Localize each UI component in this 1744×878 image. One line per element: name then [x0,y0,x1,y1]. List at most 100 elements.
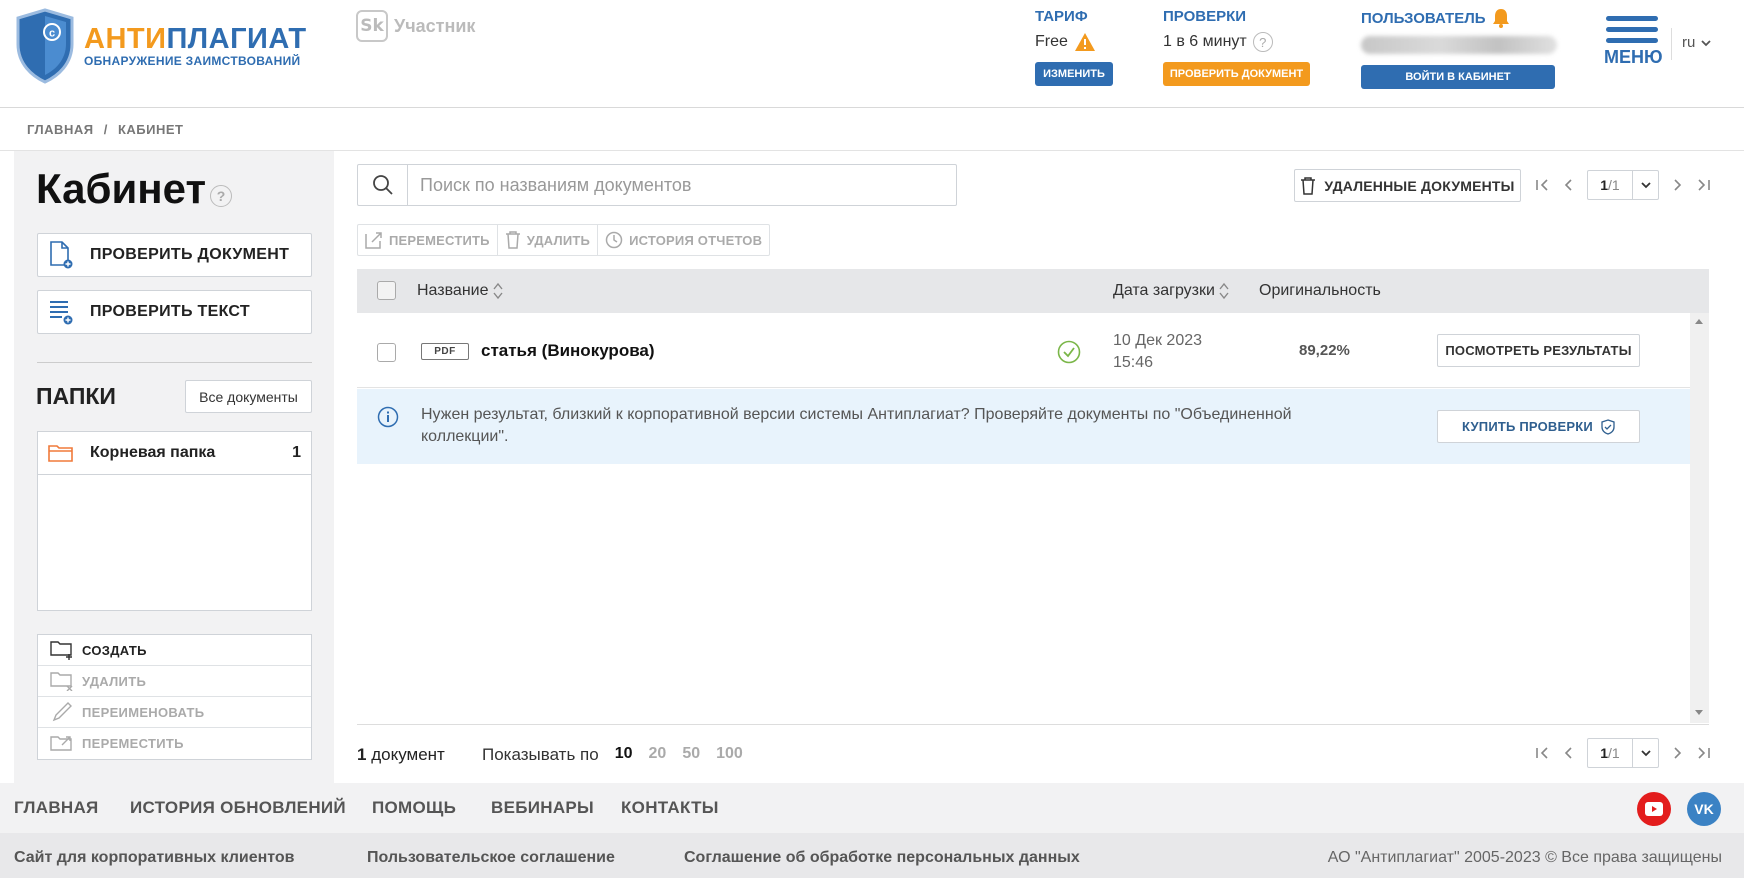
footer-link-home[interactable]: ГЛАВНАЯ [14,798,99,818]
shield-logo-icon: c [16,8,74,84]
deleted-documents-button[interactable]: УДАЛЕННЫЕ ДОКУМЕНТЫ [1294,169,1521,202]
column-date[interactable]: Дата загрузки [1113,282,1229,300]
breadcrumb-current: КАБИНЕТ [117,122,184,137]
all-documents-button[interactable]: Все документы [185,380,312,413]
folder-name: Корневая папка [90,444,216,461]
sort-icon [1219,282,1229,300]
chevron-down-icon [1701,39,1711,46]
antiplagiat-logo[interactable]: c АНТИПЛАГИАТ ОБНАРУЖЕНИЕ ЗАИМСТВОВАНИЙ [14,8,307,84]
per-page-option[interactable]: 10 [615,745,633,765]
pagination-top: 1/1 [1529,170,1717,200]
language-divider [1671,28,1672,60]
row-checkbox[interactable] [377,343,396,362]
warning-icon [1074,33,1095,51]
move-documents-button[interactable]: ПЕРЕМЕСТИТЬ [358,225,498,255]
page-select[interactable]: 1/1 [1587,170,1659,200]
create-folder-label: СОЗДАТЬ [82,642,147,658]
skolkovo-badge: Sk Участник [356,10,475,42]
search-icon[interactable] [358,165,408,205]
first-page-icon[interactable] [1529,747,1555,759]
delete-documents-label: УДАЛИТЬ [526,232,591,248]
documents-count-value: 1 [357,745,367,764]
login-cabinet-button[interactable]: ВОЙТИ В КАБИНЕТ [1361,65,1555,89]
per-page-option[interactable]: 20 [649,745,667,765]
documents-table-body: PDF статья (Винокурова) 10 Дек 2023 15:4… [357,313,1690,723]
per-page-option[interactable]: 50 [682,745,700,765]
logo-title: АНТИПЛАГИАТ [84,24,307,54]
check-document-label: ПРОВЕРИТЬ ДОКУМЕНТ [90,246,290,263]
page-select[interactable]: 1/1 [1587,738,1659,768]
column-name[interactable]: Название [417,282,503,300]
search-input[interactable] [408,174,928,196]
search-bar [357,164,957,206]
check-document-button[interactable]: ПРОВЕРИТЬ ДОКУМЕНТ [37,233,312,277]
documents-toolbar: ПЕРЕМЕСТИТЬ УДАЛИТЬ ИСТОРИЯ ОТЧЕТОВ [357,224,771,256]
tariff-value: Free [1035,33,1068,50]
folder-delete-icon [50,672,73,691]
bell-icon[interactable] [1492,8,1510,28]
language-selector[interactable]: ru [1682,34,1711,51]
document-name[interactable]: статья (Винокурова) [481,341,655,361]
trash-icon [505,231,520,249]
footer-link-help[interactable]: ПОМОЩЬ [372,798,456,818]
help-icon[interactable]: ? [1252,32,1273,52]
footer-link-updates[interactable]: ИСТОРИЯ ОБНОВЛЕНИЙ [130,798,346,818]
column-originality-label: Оригинальность [1259,282,1381,299]
footer-link-webinars[interactable]: ВЕБИНАРЫ [491,798,594,818]
table-row[interactable]: PDF статья (Винокурова) 10 Дек 2023 15:4… [357,313,1690,388]
rename-folder-button[interactable]: ПЕРЕИМЕНОВАТЬ [38,697,311,728]
create-folder-button[interactable]: СОЗДАТЬ [38,635,311,666]
page-title: Кабинет ? [36,165,233,213]
first-page-icon[interactable] [1529,179,1555,191]
language-value: ru [1682,34,1696,51]
page-current: 1 [1600,177,1609,193]
delete-documents-button[interactable]: УДАЛИТЬ [498,225,599,255]
footer-link-corporate[interactable]: Сайт для корпоративных клиентов [14,849,295,867]
move-folder-label: ПЕРЕМЕСТИТЬ [82,736,184,751]
help-icon[interactable]: ? [210,185,233,207]
youtube-icon[interactable] [1637,792,1671,826]
buy-checks-button[interactable]: КУПИТЬ ПРОВЕРКИ [1437,410,1640,443]
user-title: ПОЛЬЗОВАТЕЛЬ [1361,9,1486,27]
menu-button[interactable]: МЕНЮ [1604,16,1663,68]
reports-history-button[interactable]: ИСТОРИЯ ОТЧЕТОВ [598,225,769,255]
last-page-icon[interactable] [1691,179,1717,191]
trash-icon [1301,176,1316,195]
next-page-icon[interactable] [1665,747,1691,759]
page-total: /1 [1608,745,1620,761]
select-all-checkbox[interactable] [377,281,396,300]
footer-link-privacy[interactable]: Соглашение об обработке персональных дан… [684,849,1080,867]
delete-folder-button[interactable]: УДАЛИТЬ [38,666,311,697]
last-page-icon[interactable] [1691,747,1717,759]
deleted-documents-label: УДАЛЕННЫЕ ДОКУМЕНТЫ [1324,177,1515,194]
move-folder-button[interactable]: ПЕРЕМЕСТИТЬ [38,728,311,759]
pdf-badge: PDF [421,343,469,360]
check-text-button[interactable]: ПРОВЕРИТЬ ТЕКСТ [37,290,312,334]
upload-date: 10 Дек 2023 15:46 [1113,330,1202,374]
change-tariff-button[interactable]: ИЗМЕНИТЬ [1035,62,1113,86]
prev-page-icon[interactable] [1555,179,1581,191]
next-page-icon[interactable] [1665,179,1691,191]
footer-link-agreement[interactable]: Пользовательское соглашение [367,849,615,867]
footer-link-contacts[interactable]: КОНТАКТЫ [621,798,719,818]
chevron-down-icon [1632,171,1658,199]
per-page-selector: Показывать по 10 20 50 100 [482,745,743,765]
vk-icon[interactable]: VK [1687,792,1721,826]
hamburger-icon [1604,16,1660,43]
per-page-option[interactable]: 100 [716,745,743,765]
breadcrumb-separator: / [103,122,108,137]
view-results-button[interactable]: ПОСМОТРЕТЬ РЕЗУЛЬТАТЫ [1437,334,1640,367]
header-check-document-button[interactable]: ПРОВЕРИТЬ ДОКУМЕНТ [1163,62,1310,86]
column-date-label: Дата загрузки [1113,282,1215,299]
text-add-icon [50,301,73,325]
per-page-label: Показывать по [482,745,599,764]
table-scrollbar[interactable] [1690,313,1709,723]
chevron-down-icon [1632,739,1658,767]
svg-text:c: c [49,28,55,40]
folder-item[interactable]: Корневая папка 1 [38,432,311,475]
breadcrumb-home[interactable]: ГЛАВНАЯ [27,122,94,137]
user-name-blurred [1361,36,1557,54]
prev-page-icon[interactable] [1555,747,1581,759]
delete-folder-label: УДАЛИТЬ [82,673,147,689]
reports-history-label: ИСТОРИЯ ОТЧЕТОВ [629,232,763,248]
